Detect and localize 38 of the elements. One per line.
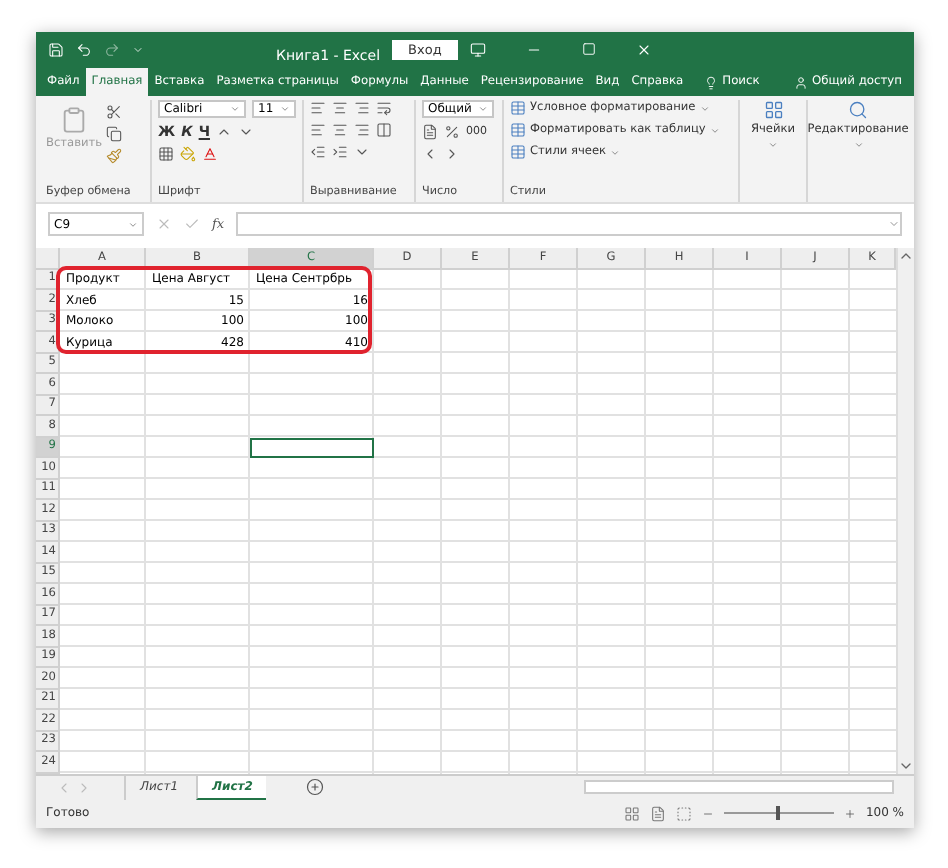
zoom-in-icon[interactable] <box>843 807 856 819</box>
zoom-slider-thumb[interactable] <box>776 806 781 820</box>
fill-color-icon[interactable] <box>180 146 196 162</box>
person-icon <box>793 75 808 89</box>
scroll-up-icon[interactable] <box>898 248 914 264</box>
close-icon[interactable] <box>635 41 652 57</box>
active-cell[interactable] <box>250 437 374 458</box>
page-layout-icon[interactable] <box>649 805 666 821</box>
lightbulb-icon <box>704 75 719 89</box>
merge-icon[interactable] <box>376 122 392 138</box>
align-center-icon[interactable] <box>332 122 348 138</box>
formula-field[interactable] <box>236 212 902 236</box>
redo-icon[interactable] <box>104 41 120 57</box>
normal-view-icon[interactable] <box>623 805 640 821</box>
align-left-icon[interactable] <box>310 122 326 138</box>
clipboard-icon <box>60 106 89 134</box>
cells-icon <box>763 100 783 120</box>
display-options-icon[interactable] <box>469 41 486 57</box>
search-icon <box>848 100 868 120</box>
indent-decrease-icon[interactable] <box>310 144 326 160</box>
expand-icon <box>888 218 900 230</box>
add-sheet-icon[interactable] <box>306 778 325 796</box>
maximize-icon[interactable] <box>581 42 596 56</box>
format-painter-icon[interactable] <box>106 148 123 164</box>
copy-icon[interactable] <box>106 126 123 142</box>
cut-icon[interactable] <box>106 104 123 120</box>
wrap-text-icon[interactable] <box>376 100 392 116</box>
borders-icon[interactable] <box>158 146 174 162</box>
table-icon <box>510 100 526 116</box>
percent-icon[interactable] <box>444 124 460 140</box>
undo-icon[interactable] <box>76 41 92 57</box>
indent-increase-icon[interactable] <box>332 144 348 160</box>
horizontal-scrollbar[interactable] <box>584 780 894 794</box>
align-right-icon[interactable] <box>354 122 370 138</box>
font-color-icon[interactable] <box>202 146 218 162</box>
table-icon <box>510 122 526 138</box>
table-icon <box>510 144 526 160</box>
save-icon[interactable] <box>48 41 64 57</box>
